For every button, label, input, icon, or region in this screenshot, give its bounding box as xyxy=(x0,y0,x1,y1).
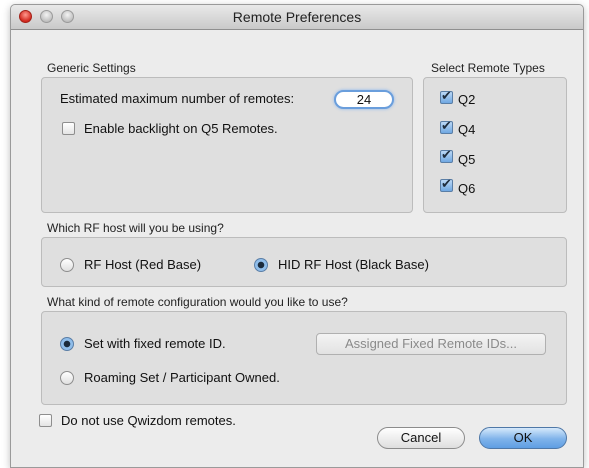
rf-host-red-label: RF Host (Red Base) xyxy=(84,257,202,272)
roaming-label: Roaming Set / Participant Owned. xyxy=(84,370,280,385)
rf-host-black-radio[interactable] xyxy=(254,258,268,272)
fixed-id-label: Set with fixed remote ID. xyxy=(84,336,226,351)
generic-settings-label: Generic Settings xyxy=(47,61,136,75)
q4-label: Q4 xyxy=(458,122,476,137)
remote-preferences-window: Remote Preferences Generic Settings Esti… xyxy=(10,4,584,468)
rf-host-black-label: HID RF Host (Black Base) xyxy=(278,257,429,272)
q2-label: Q2 xyxy=(458,92,476,107)
ok-button[interactable]: OK xyxy=(479,427,567,449)
q6-label: Q6 xyxy=(458,181,476,196)
backlight-checkbox[interactable] xyxy=(62,122,75,135)
rf-host-label: Which RF host will you be using? xyxy=(47,221,224,235)
rf-host-box: RF Host (Red Base) HID RF Host (Black Ba… xyxy=(41,237,567,287)
roaming-radio[interactable] xyxy=(60,371,74,385)
config-box: Set with fixed remote ID. Roaming Set / … xyxy=(41,311,567,405)
cancel-button[interactable]: Cancel xyxy=(377,427,465,449)
max-remotes-label: Estimated maximum number of remotes: xyxy=(60,91,295,106)
q2-checkbox[interactable] xyxy=(440,89,453,104)
rf-host-red-radio[interactable] xyxy=(60,258,74,272)
q5-label: Q5 xyxy=(458,152,476,167)
generic-settings-box: Estimated maximum number of remotes: 24 … xyxy=(41,77,413,213)
title-bar: Remote Preferences xyxy=(11,5,583,30)
assigned-fixed-ids-button[interactable]: Assigned Fixed Remote IDs... xyxy=(316,333,546,355)
no-qwizdom-checkbox[interactable] xyxy=(39,414,52,427)
q5-checkbox[interactable] xyxy=(440,148,453,163)
backlight-label: Enable backlight on Q5 Remotes. xyxy=(84,121,278,136)
fixed-id-radio[interactable] xyxy=(60,337,74,351)
q4-checkbox[interactable] xyxy=(440,119,453,134)
window-title: Remote Preferences xyxy=(232,9,362,25)
remote-types-label: Select Remote Types xyxy=(431,61,545,75)
max-remotes-field[interactable]: 24 xyxy=(334,90,394,109)
config-label: What kind of remote configuration would … xyxy=(47,295,348,309)
remote-types-box: Q2 Q4 Q5 Q6 xyxy=(423,77,567,213)
no-qwizdom-label: Do not use Qwizdom remotes. xyxy=(61,413,236,428)
q6-checkbox[interactable] xyxy=(440,177,453,192)
